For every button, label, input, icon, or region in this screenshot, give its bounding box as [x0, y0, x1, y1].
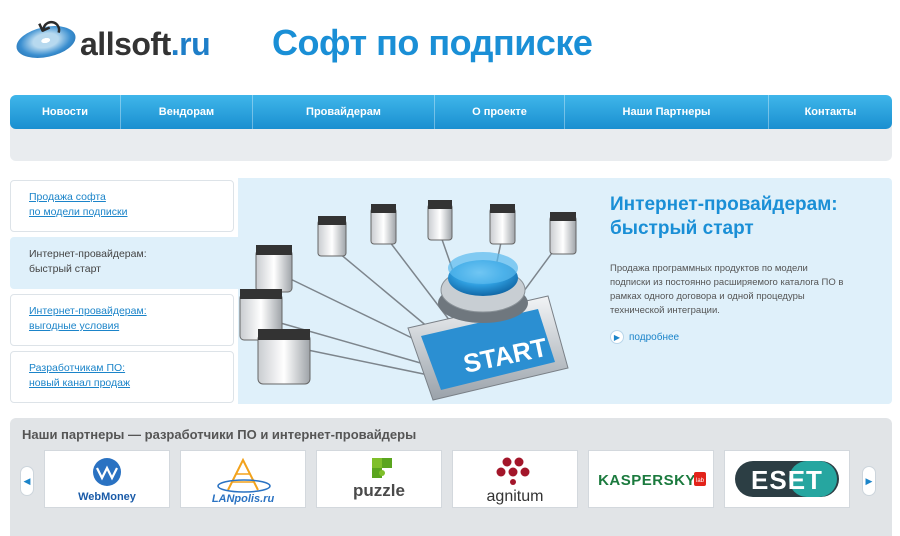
partners-section: Наши партнеры — разработчики ПО и интерн…: [10, 418, 892, 536]
nav-item-providers[interactable]: Провайдерам: [253, 95, 435, 129]
partner-logo-puzzle[interactable]: puzzle: [316, 450, 442, 508]
main-nav: Новости Вендорам Провайдерам О проекте Н…: [10, 95, 892, 129]
partner-logo-webmoney[interactable]: WebMoney: [44, 450, 170, 508]
nav-item-partners[interactable]: Наши Партнеры: [565, 95, 769, 129]
sidebar-item-subscription-sales[interactable]: Продажа софта по модели подписки: [10, 180, 234, 232]
nav-container: Новости Вендорам Провайдерам О проекте Н…: [10, 95, 892, 161]
sidebar-link[interactable]: Продажа софта по модели подписки: [29, 191, 127, 218]
sidebar-item-developers[interactable]: Разработчикам ПО: новый канал продаж: [10, 351, 234, 403]
svg-text:lab: lab: [696, 478, 705, 484]
carousel-next-button[interactable]: ▶: [862, 466, 876, 496]
eset-logo-icon: ESET: [735, 461, 839, 497]
promo-banner: START Интернет-провайдерам: быстрый стар…: [238, 178, 892, 404]
agnitum-logo-icon: agnitum: [487, 457, 544, 505]
site-logo[interactable]: ↶ allsoft.ru: [13, 10, 254, 74]
sidebar-item-benefits[interactable]: Интернет-провайдерам: выгодные условия: [10, 294, 234, 346]
svg-text:WebMoney: WebMoney: [78, 491, 137, 503]
svg-text:ESET: ESET: [751, 465, 823, 495]
servers-start-illustration: START: [239, 200, 577, 401]
banner-description: Продажа программных продуктов по модели …: [610, 263, 844, 316]
svg-text:agnitum: agnitum: [487, 488, 544, 505]
chevron-right-icon: ▶: [865, 475, 873, 486]
partner-logo-kaspersky[interactable]: KASPERSKY lab: [588, 450, 714, 508]
partner-logo-lanpolis[interactable]: LANpolis.ru: [180, 450, 306, 508]
more-label: подробнее: [629, 331, 680, 343]
disc-logo-icon: ↶: [13, 10, 79, 69]
logo-text: allsoft.ru: [80, 25, 211, 62]
nav-item-vendors[interactable]: Вендорам: [121, 95, 253, 129]
sidebar-label: Интернет-провайдерам:: [29, 248, 147, 260]
sidebar-label: быстрый старт: [29, 263, 101, 275]
puzzle-logo-icon: puzzle: [353, 458, 405, 500]
kaspersky-logo-icon: KASPERSKY lab: [598, 472, 706, 489]
nav-item-news[interactable]: Новости: [10, 95, 121, 129]
more-link[interactable]: ▶ подробнее: [610, 330, 679, 344]
sidebar-item-quick-start[interactable]: Интернет-провайдерам: быстрый старт: [10, 237, 242, 289]
banner-title: Интернет-провайдерам: быстрый старт: [610, 194, 838, 239]
partner-logo-eset[interactable]: ESET: [724, 450, 850, 508]
lanpolis-logo-icon: LANpolis.ru: [212, 457, 275, 505]
sidebar-link[interactable]: Интернет-провайдерам: выгодные условия: [29, 305, 147, 332]
svg-text:puzzle: puzzle: [353, 481, 405, 500]
page-tagline: Софт по подписке: [272, 22, 593, 63]
partner-logo-agnitum[interactable]: agnitum: [452, 450, 578, 508]
chevron-right-icon: ▶: [610, 330, 624, 344]
nav-item-about[interactable]: О проекте: [435, 95, 565, 129]
sidebar-link[interactable]: Разработчикам ПО: новый канал продаж: [29, 362, 130, 389]
carousel-prev-button[interactable]: ◀: [20, 466, 34, 496]
svg-text:LANpolis.ru: LANpolis.ru: [212, 493, 275, 505]
chevron-left-icon: ◀: [23, 475, 31, 486]
partners-title: Наши партнеры — разработчики ПО и интерн…: [22, 427, 417, 442]
nav-item-contacts[interactable]: Контакты: [769, 95, 892, 129]
svg-text:KASPERSKY: KASPERSKY: [598, 472, 696, 489]
webmoney-logo-icon: WebMoney: [78, 458, 137, 503]
